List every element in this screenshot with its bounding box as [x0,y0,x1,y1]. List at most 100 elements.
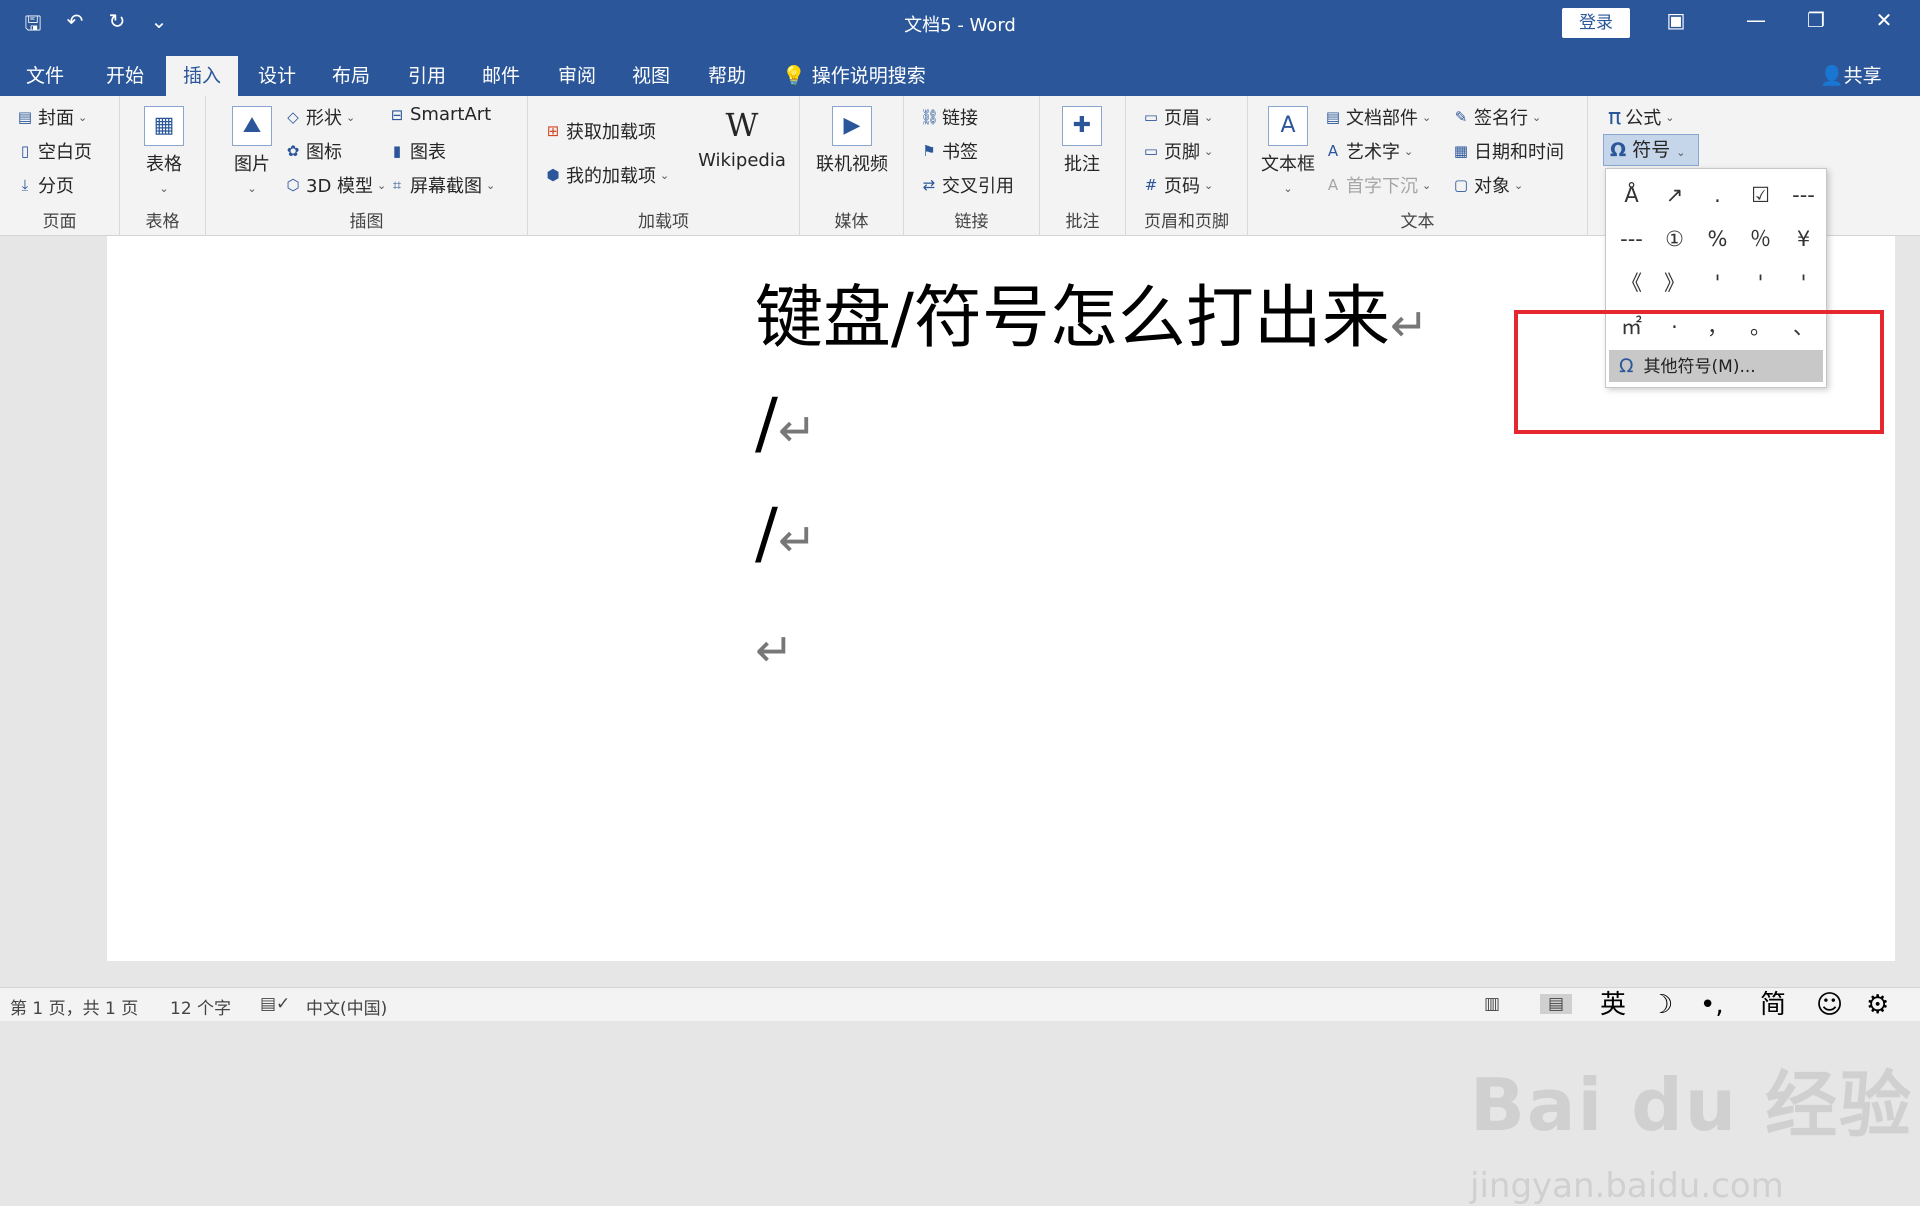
tab-view[interactable]: 视图 [616,56,686,96]
footer-button[interactable]: ▭ 页脚 ⌄ [1142,138,1213,164]
signature-line-button[interactable]: ✎ 签名行 ⌄ [1452,104,1542,130]
equation-button[interactable]: π 公式 ⌄ [1608,104,1674,130]
moon-icon[interactable]: ☽ [1650,988,1673,1022]
chart-button[interactable]: ▮ 图表 [388,138,446,164]
group-label-comments: 批注 [1065,212,1100,232]
symbol-cell[interactable]: ' [1696,261,1739,305]
blank-page-button[interactable]: ▯ 空白页 [16,138,92,164]
tab-references[interactable]: 引用 [392,56,462,96]
doc-line-3[interactable]: /↵ [755,494,816,573]
table-icon: ▦ [144,106,184,146]
group-label-pages: 页面 [42,212,77,232]
ime-english-toggle[interactable]: 英 [1600,988,1626,1022]
word-count[interactable]: 12 个字 [170,994,231,1019]
text-box-button[interactable]: A 文本框 ⌄ [1256,106,1320,197]
watermark-url: jingyan.baidu.com [1470,1166,1784,1206]
group-illustrations: ⛰ 图片 ⌄ ◇ 形状 ⌄ ✿ 图标 ⬡ 3D 模型 ⌄ ⊟ SmartArt ▮ 图表 ⌗ 屏幕截… [206,96,528,236]
page-break-button[interactable]: ⤓ 分页 [16,172,74,198]
wikipedia-icon: W [725,106,759,144]
cover-page-button[interactable]: ▤ 封面 ⌄ [16,104,87,130]
smartart-button[interactable]: ⊟ SmartArt [388,104,492,125]
screenshot-button[interactable]: ⌗ 屏幕截图 ⌄ [388,172,495,198]
bookmark-button[interactable]: ⚑ 书签 [920,138,978,164]
link-button[interactable]: ⛓ 链接 [920,104,978,130]
symbol-cell[interactable]: --- [1782,173,1825,217]
quick-parts-button[interactable]: ▤ 文档部件 ⌄ [1324,104,1431,130]
header-button[interactable]: ▭ 页眉 ⌄ [1142,104,1213,130]
wikipedia-button[interactable]: W Wikipedia [692,106,792,171]
tab-help[interactable]: 帮助 [692,56,762,96]
my-addins-icon: ⬢ [546,166,560,184]
watermark-brand: Bai du 经验 [1470,1063,1914,1147]
tab-design[interactable]: 设计 [242,56,312,96]
tab-mailings[interactable]: 邮件 [466,56,536,96]
video-icon: ▶ [832,106,872,146]
tab-home[interactable]: 开始 [90,56,160,96]
tell-me-search[interactable]: 💡 操作说明搜索 [782,56,926,96]
group-label-media: 媒体 [834,212,869,232]
online-video-button[interactable]: ▶ 联机视频 [810,106,894,176]
symbol-button[interactable]: Ω 符号 ⌄ [1603,134,1699,166]
tab-file[interactable]: 文件 [10,56,80,96]
blank-page-icon: ▯ [20,142,30,160]
wordart-button[interactable]: A 艺术字 ⌄ [1324,138,1413,164]
ribbon-tabs: 文件 开始 插入 设计 布局 引用 邮件 审阅 视图 帮助 💡 操作说明搜索 👤… [0,46,1920,96]
doc-line-2[interactable]: /↵ [755,384,816,463]
shapes-button[interactable]: ◇ 形状 ⌄ [284,104,355,130]
doc-line-title[interactable]: 键盘/符号怎么打出来↵ [755,262,1428,361]
symbol-cell[interactable]: . [1696,173,1739,217]
picture-button[interactable]: ⛰ 图片 ⌄ [222,106,282,197]
symbol-cell[interactable]: ① [1653,217,1696,261]
symbol-cell[interactable]: 》 [1653,261,1696,305]
symbol-cell[interactable]: ¥ [1782,217,1825,261]
group-label-illustrations: 插图 [349,212,384,232]
symbol-cell[interactable]: ↗ [1653,173,1696,217]
icons-icon: ✿ [286,142,300,160]
ribbon-display-icon[interactable]: ▣ [1656,8,1696,32]
get-addins-button[interactable]: ⊞ 获取加载项 [544,118,656,144]
symbol-cell[interactable]: Å [1610,173,1653,217]
store-icon: ⊞ [546,122,560,140]
object-button[interactable]: ▢ 对象 ⌄ [1452,172,1523,198]
close-icon[interactable]: ✕ [1864,8,1904,32]
read-mode-icon[interactable]: ▥ [1484,994,1500,1014]
proofing-icon[interactable]: ▤✓ [260,994,290,1014]
page-number-button[interactable]: # 页码 ⌄ [1142,172,1214,198]
doc-line-4[interactable]: ↵ [755,604,794,683]
cross-reference-button[interactable]: ⇄ 交叉引用 [920,172,1014,198]
emoji-icon[interactable]: ☺ [1816,988,1843,1022]
settings-gear-icon[interactable]: ⚙ [1866,988,1889,1022]
tab-layout[interactable]: 布局 [316,56,386,96]
symbol-cell[interactable]: ' [1782,261,1825,305]
language-indicator[interactable]: 中文(中国) [306,994,387,1019]
quick-parts-icon: ▤ [1325,108,1341,126]
symbol-cell[interactable]: ％ [1739,217,1782,261]
chart-icon: ▮ [392,142,402,160]
login-button[interactable]: 登录 [1562,8,1630,38]
new-comment-button[interactable]: ✚ 批注 [1052,106,1112,176]
symbol-cell[interactable]: 《 [1610,261,1653,305]
symbol-cell[interactable]: ☑ [1739,173,1782,217]
signature-icon: ✎ [1454,108,1468,126]
table-button[interactable]: ▦ 表格 ⌄ [134,106,194,197]
ime-simplified-toggle[interactable]: 简 [1760,988,1786,1022]
page-count[interactable]: 第 1 页，共 1 页 [10,994,138,1019]
3d-model-button[interactable]: ⬡ 3D 模型 ⌄ [284,172,386,198]
drop-cap-button[interactable]: A 首字下沉 ⌄ [1324,172,1431,198]
symbol-cell[interactable]: % [1696,217,1739,261]
shapes-icon: ◇ [287,108,299,126]
punctuation-icon[interactable]: •, [1700,988,1724,1022]
cross-reference-icon: ⇄ [922,176,936,194]
restore-icon[interactable]: ❐ [1796,8,1836,32]
date-time-button[interactable]: ▦ 日期和时间 [1452,138,1564,164]
my-addins-button[interactable]: ⬢ 我的加载项 ⌄ [544,162,669,188]
icons-button[interactable]: ✿ 图标 [284,138,342,164]
symbol-cell[interactable]: --- [1610,217,1653,261]
print-layout-icon[interactable]: ▤ [1540,994,1573,1014]
symbol-cell[interactable]: ' [1739,261,1782,305]
tab-insert[interactable]: 插入 [166,56,238,96]
share-button[interactable]: 👤共享 [1820,56,1882,96]
minimize-icon[interactable]: — [1736,8,1776,32]
paragraph-mark: ↵ [755,623,794,677]
tab-review[interactable]: 审阅 [542,56,612,96]
